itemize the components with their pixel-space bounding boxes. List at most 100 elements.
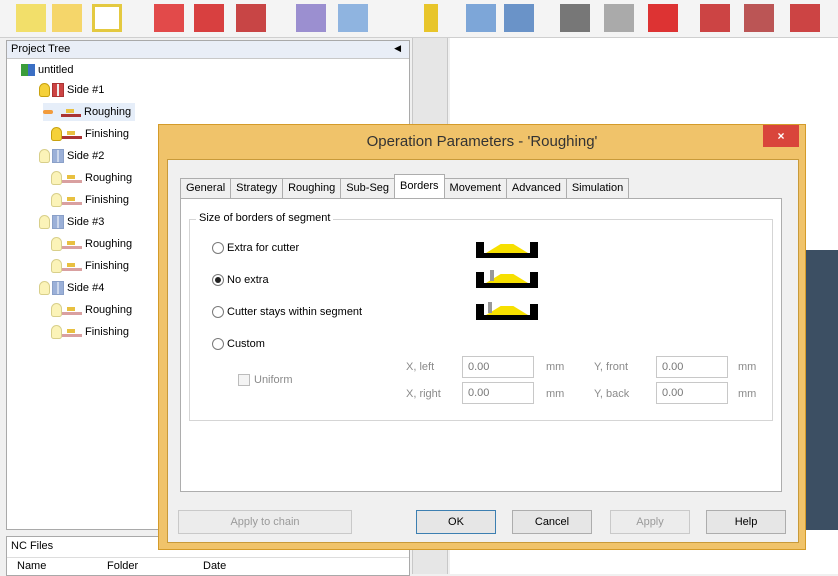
tab-strategy[interactable]: Strategy <box>230 178 284 198</box>
view-top-icon[interactable] <box>744 4 774 32</box>
option-custom[interactable]: Custom <box>212 338 265 350</box>
import-icon[interactable] <box>236 4 266 32</box>
side-icon <box>52 281 64 295</box>
operation-label: Finishing <box>85 128 130 140</box>
view-box-icon[interactable] <box>604 4 634 32</box>
collapse-arrow-icon[interactable]: ◀ <box>394 43 401 54</box>
option-label: Extra for cutter <box>227 242 300 254</box>
y-back-input[interactable]: 0.00 <box>656 382 728 404</box>
visibility-bulb-icon[interactable] <box>39 215 50 229</box>
option-cutter-stays-within-segment[interactable]: Cutter stays within segment <box>212 306 362 318</box>
visibility-bulb-icon[interactable] <box>51 193 62 207</box>
visibility-bulb-icon[interactable] <box>39 149 50 163</box>
group-title: Size of borders of segment <box>196 212 334 224</box>
y-back-unit: mm <box>738 388 757 400</box>
cut-icon[interactable] <box>154 4 184 32</box>
operation-label: Roughing <box>85 172 133 184</box>
tab-movement[interactable]: Movement <box>443 178 507 198</box>
tab-borders[interactable]: Borders <box>394 174 445 198</box>
tab-roughing[interactable]: Roughing <box>282 178 342 198</box>
view-iso-icon[interactable] <box>790 4 820 32</box>
column-header-folder[interactable]: Folder <box>107 560 138 572</box>
roughing-icon <box>62 173 82 183</box>
tab-simulation[interactable]: Simulation <box>565 178 630 198</box>
column-header-name[interactable]: Name <box>17 560 46 572</box>
finishing-icon <box>62 195 82 205</box>
option-extra-for-cutter[interactable]: Extra for cutter <box>212 242 299 254</box>
x-left-input[interactable]: 0.00 <box>462 356 534 378</box>
radio-button[interactable] <box>212 306 224 318</box>
ok-button[interactable]: OK <box>416 510 496 534</box>
tree-item-side-3[interactable]: Side #3 <box>39 213 104 231</box>
tree-root[interactable]: untitled <box>21 61 73 79</box>
no-extra-illustration <box>476 270 538 288</box>
marker-icon[interactable] <box>424 4 438 32</box>
finishing-icon <box>62 261 82 271</box>
operation-label: Finishing <box>85 260 130 272</box>
tree-item-finishing-2[interactable]: Finishing <box>51 191 129 209</box>
help-button[interactable]: Help <box>706 510 786 534</box>
visibility-bulb-icon[interactable] <box>51 171 62 185</box>
tree-item-side-2[interactable]: Side #2 <box>39 147 104 165</box>
tree-item-roughing-1[interactable]: Roughing <box>43 103 136 121</box>
x-right-unit: mm <box>546 388 565 400</box>
visibility-bulb-icon[interactable] <box>51 127 62 141</box>
visibility-bulb-icon[interactable] <box>51 303 62 317</box>
new-document-icon[interactable] <box>92 4 122 32</box>
side-icon <box>52 215 64 229</box>
tree-item-finishing-1[interactable]: Finishing <box>51 125 129 143</box>
radio-button[interactable] <box>212 242 224 254</box>
operation-label: Finishing <box>85 194 130 206</box>
close-button[interactable]: × <box>763 125 799 147</box>
shape-icon[interactable] <box>296 4 326 32</box>
side-label: Side #1 <box>67 84 105 96</box>
tree-item-side-1[interactable]: Side #1 <box>39 81 104 99</box>
radio-button[interactable] <box>212 338 224 350</box>
operation-label: Roughing <box>85 304 133 316</box>
visibility-bulb-icon[interactable] <box>39 281 50 295</box>
tab-advanced[interactable]: Advanced <box>505 178 567 198</box>
tree-item-finishing-4[interactable]: Finishing <box>51 323 129 341</box>
apply-to-chain-button[interactable]: Apply to chain <box>178 510 352 534</box>
tab-general[interactable]: General <box>180 178 232 198</box>
tab-sub-seg[interactable]: Sub-Seg <box>340 178 396 198</box>
option-label: Cutter stays within segment <box>227 306 363 318</box>
visibility-bulb-icon[interactable] <box>51 259 62 273</box>
visibility-bulb-icon[interactable] <box>51 325 62 339</box>
view-side-icon[interactable] <box>700 4 730 32</box>
window-icon[interactable] <box>466 4 496 32</box>
cancel-button[interactable]: Cancel <box>512 510 592 534</box>
view-front-icon[interactable] <box>648 4 678 32</box>
grid-icon[interactable] <box>504 4 534 32</box>
camera-icon[interactable] <box>560 4 590 32</box>
tree-item-finishing-3[interactable]: Finishing <box>51 257 129 275</box>
option-no-extra[interactable]: No extra <box>212 274 269 286</box>
visibility-bulb-icon[interactable] <box>51 237 62 251</box>
uniform-checkbox-row[interactable]: Uniform <box>238 374 293 386</box>
uniform-checkbox[interactable] <box>238 374 250 386</box>
x-right-input[interactable]: 0.00 <box>462 382 534 404</box>
uniform-label: Uniform <box>254 374 293 386</box>
apply-button[interactable]: Apply <box>610 510 690 534</box>
tree-item-roughing-4[interactable]: Roughing <box>51 301 132 319</box>
column-header-date[interactable]: Date <box>203 560 226 572</box>
project-tree-header: Project Tree ◀ <box>7 41 409 59</box>
dialog-body: General Strategy Roughing Sub-Seg Border… <box>167 159 799 543</box>
path-icon[interactable] <box>194 4 224 32</box>
y-front-input[interactable]: 0.00 <box>656 356 728 378</box>
tree-item-roughing-2[interactable]: Roughing <box>51 169 132 187</box>
borders-size-group: Size of borders of segment Extra for cut… <box>189 212 773 421</box>
zoom-icon[interactable] <box>338 4 368 32</box>
dialog-title: Operation Parameters - 'Roughing' <box>366 133 598 150</box>
visibility-bulb-icon[interactable] <box>39 83 50 97</box>
operation-label: Roughing <box>84 106 132 118</box>
extra-for-cutter-illustration <box>476 240 538 258</box>
star-icon[interactable] <box>16 4 46 32</box>
radio-button-selected[interactable] <box>212 274 224 286</box>
tree-root-label: untitled <box>38 64 74 76</box>
x-right-label: X, right <box>406 388 441 400</box>
tree-item-roughing-3[interactable]: Roughing <box>51 235 132 253</box>
roughing-icon <box>62 239 82 249</box>
folder-icon[interactable] <box>52 4 82 32</box>
tree-item-side-4[interactable]: Side #4 <box>39 279 104 297</box>
